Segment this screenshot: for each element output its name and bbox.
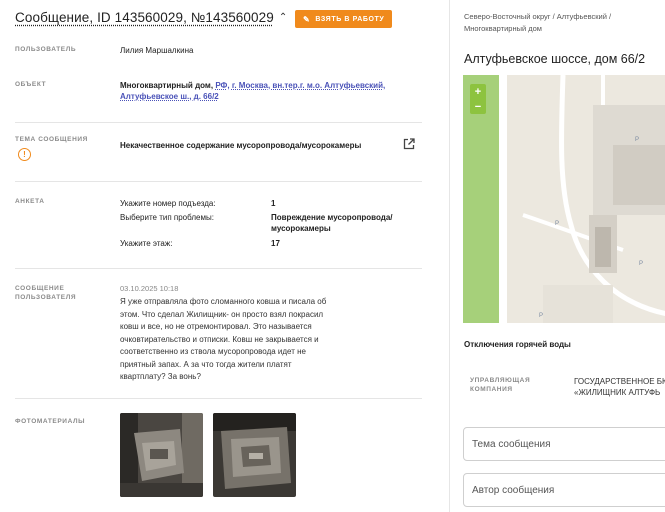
survey-question: Укажите номер подъезда:	[120, 199, 216, 208]
svg-text:P: P	[635, 137, 639, 143]
message-date: 03.10.2025 10:18	[120, 284, 179, 293]
take-to-work-button[interactable]: ✎ ВЗЯТЬ В РАБОТУ	[295, 10, 393, 28]
photo-thumbnail[interactable]	[213, 413, 296, 497]
management-company-label-line: КОМПАНИЯ	[470, 386, 513, 393]
message-title-row[interactable]: Сообщение, ID 143560029, №143560029 ⌃	[15, 10, 287, 25]
survey-question: Выберите тип проблемы:	[120, 213, 214, 222]
message-line: квартплату? За вонь?	[120, 372, 201, 381]
message-line: очковтирательство и отписки. Ковш не зак…	[120, 334, 319, 344]
object-address-link-2[interactable]: Алтуфьевское ш., д. 66/2	[120, 92, 219, 101]
zoom-out-button[interactable]: −	[470, 99, 486, 114]
breadcrumb: Северо-Восточный округ / Алтуфьевский / …	[464, 11, 659, 35]
svg-text:P: P	[555, 221, 559, 227]
svg-text:P: P	[639, 261, 643, 267]
zoom-in-button[interactable]: +	[470, 84, 486, 99]
svg-text:P: P	[539, 313, 543, 319]
take-to-work-label: ВЗЯТЬ В РАБОТУ	[315, 15, 385, 23]
survey-label: АНКЕТА	[15, 198, 45, 205]
message-label: СООБЩЕНИЕ ПОЛЬЗОВАТЕЛЯ	[15, 284, 76, 302]
survey-answer-line: мусорокамеры	[271, 224, 331, 233]
topic-value: Некачественное содержание мусоропровода/…	[120, 141, 362, 150]
message-line: приятный запах. А за что тогда жители пл…	[120, 359, 292, 369]
survey-answer: 17	[271, 239, 280, 248]
management-company-value-line: «ЖИЛИЩНИК АЛТУФЬ	[574, 388, 661, 397]
divider	[15, 122, 422, 123]
message-line: Я уже отправляла фото сломанного ковша и…	[120, 297, 327, 306]
divider	[15, 398, 422, 399]
object-type: Многоквартирный дом,	[120, 81, 214, 90]
management-company-label-line: УПРАВЛЯЮЩАЯ	[470, 377, 531, 384]
photo-thumbnail[interactable]	[120, 413, 203, 497]
message-label-line: СООБЩЕНИЕ	[15, 285, 65, 292]
message-text: Я уже отправляла фото сломанного ковша и…	[120, 296, 345, 384]
user-label: ПОЛЬЗОВАТЕЛЬ	[15, 46, 77, 53]
survey-answer-line: Повреждение мусоропровода/	[271, 213, 393, 222]
object-value: Многоквартирный дом, РФ, г. Москва, вн.т…	[120, 80, 410, 102]
object-info-panel: Северо-Восточный округ / Алтуфьевский / …	[450, 0, 665, 512]
management-company-label: УПРАВЛЯЮЩАЯ КОМПАНИЯ	[470, 376, 530, 394]
message-line: этом. Что сделал Жилищник- он просто взя…	[120, 309, 324, 319]
object-label: ОБЪЕКТ	[15, 81, 47, 88]
message-details-panel: Сообщение, ID 143560029, №143560029 ⌃ ✎ …	[0, 0, 437, 512]
message-line: соответственно из ствола мусоропровода и…	[120, 347, 306, 356]
management-company-value-line: ГОСУДАРСТВЕННОЕ БЮ	[574, 377, 665, 386]
map-zoom-control: + −	[470, 84, 486, 114]
divider	[15, 268, 422, 269]
message-line: ковш и все, но не отремонтировал. Это на…	[120, 322, 312, 331]
breadcrumb-line[interactable]: Многоквартирный дом	[464, 23, 659, 35]
external-link-icon[interactable]	[403, 138, 415, 150]
topic-label: ТЕМА СООБЩЕНИЯ	[15, 136, 88, 143]
message-label-line: ПОЛЬЗОВАТЕЛЯ	[15, 294, 77, 301]
hot-water-outages-link[interactable]: Отключения горячей воды	[464, 340, 571, 349]
divider	[15, 181, 422, 182]
photos-label: ФОТОМАТЕРИАЛЫ	[15, 418, 86, 425]
object-address-link[interactable]: РФ, г. Москва, вн.тер.г. м.о. Алтуфьевск…	[215, 81, 385, 90]
pencil-icon: ✎	[303, 14, 311, 24]
user-value: Лилия Маршалкина	[120, 46, 194, 55]
breadcrumb-line[interactable]: Северо-Восточный округ / Алтуфьевский /	[464, 11, 659, 23]
chevron-up-icon[interactable]: ⌃	[279, 12, 287, 23]
warning-icon: !	[18, 148, 31, 161]
map[interactable]: P P P P	[463, 75, 665, 323]
survey-answer: 1	[271, 199, 276, 208]
management-company-value: ГОСУДАРСТВЕННОЕ БЮ «ЖИЛИЩНИК АЛТУФЬ	[574, 376, 665, 398]
page-title[interactable]: Сообщение, ID 143560029, №143560029	[15, 10, 274, 25]
survey-answer: Повреждение мусоропровода/ мусорокамеры	[271, 212, 393, 234]
message-author-field[interactable]	[463, 473, 665, 507]
survey-question: Укажите этаж:	[120, 239, 173, 248]
address-title: Алтуфьевское шоссе, дом 66/2	[464, 52, 646, 66]
message-topic-field[interactable]	[463, 427, 665, 461]
